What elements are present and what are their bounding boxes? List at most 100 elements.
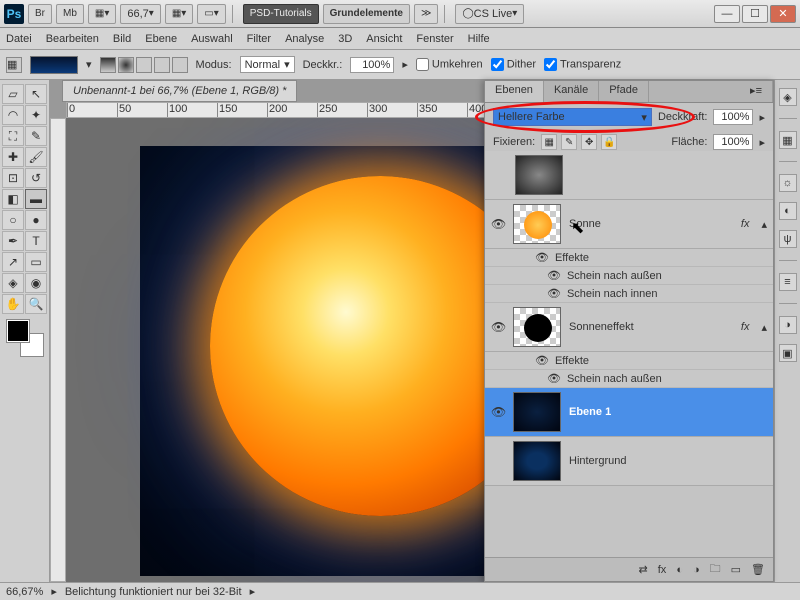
- grad-diamond[interactable]: [172, 57, 188, 73]
- visibility-icon[interactable]: 👁: [491, 405, 505, 419]
- grad-angle[interactable]: [136, 57, 152, 73]
- menu-bearbeiten[interactable]: Bearbeiten: [46, 33, 99, 45]
- fx-icon[interactable]: fx: [741, 218, 750, 230]
- link-layers-icon[interactable]: ⇄: [639, 563, 648, 576]
- menu-datei[interactable]: Datei: [6, 33, 32, 45]
- dock-nav-icon[interactable]: ▦: [779, 131, 797, 149]
- gradient-arrow-icon[interactable]: ▾: [86, 58, 92, 71]
- workspace-psdtut[interactable]: PSD-Tutorials: [243, 4, 319, 24]
- tab-pfade[interactable]: Pfade: [599, 81, 649, 102]
- shape-tool[interactable]: ▭: [25, 252, 47, 272]
- menu-fenster[interactable]: Fenster: [416, 33, 453, 45]
- tab-kanaele[interactable]: Kanäle: [544, 81, 599, 102]
- layer-sonne[interactable]: 👁 Sonne fx▴: [485, 200, 773, 249]
- menu-hilfe[interactable]: Hilfe: [468, 33, 490, 45]
- history-tool[interactable]: ↺: [25, 168, 47, 188]
- crop-tool[interactable]: ⛶: [2, 126, 24, 146]
- fx-expand-icon[interactable]: ▴: [761, 218, 767, 231]
- select-tool[interactable]: ↖: [25, 84, 47, 104]
- effect-outerglow[interactable]: 👁Schein nach außen: [485, 267, 773, 285]
- menu-ebene[interactable]: Ebene: [145, 33, 177, 45]
- fx-icon[interactable]: fx: [741, 321, 750, 333]
- menu-bild[interactable]: Bild: [113, 33, 131, 45]
- status-arrow-icon[interactable]: ▸: [51, 585, 57, 598]
- fg-color[interactable]: [7, 320, 29, 342]
- path-tool[interactable]: ↗: [2, 252, 24, 272]
- effect-innerglow[interactable]: 👁Schein nach innen: [485, 285, 773, 303]
- bridge-button[interactable]: Br: [28, 4, 52, 24]
- effect-effekte[interactable]: 👁Effekte: [485, 249, 773, 267]
- modus-dropdown[interactable]: Normal▾: [240, 56, 295, 73]
- dock-mask-icon[interactable]: ◐: [779, 202, 797, 220]
- arrange-button[interactable]: ▦▾: [88, 4, 116, 24]
- flaeche-input[interactable]: [713, 134, 753, 150]
- move-tool[interactable]: ▱: [2, 84, 24, 104]
- grad-linear[interactable]: [100, 57, 116, 73]
- eraser-tool[interactable]: ◧: [2, 189, 24, 209]
- dock-layers-icon[interactable]: ◈: [779, 88, 797, 106]
- layer-ebene1[interactable]: 👁 Ebene 1: [485, 388, 773, 437]
- menu-ansicht[interactable]: Ansicht: [366, 33, 402, 45]
- workspace-grund[interactable]: Grundelemente: [323, 4, 410, 24]
- layer-sonneneffekt[interactable]: 👁 Sonneneffekt fx▴: [485, 303, 773, 352]
- deckkr-arrow-icon[interactable]: ▸: [402, 58, 408, 71]
- menu-3d[interactable]: 3D: [338, 33, 352, 45]
- flaeche-arrow-icon[interactable]: ▸: [759, 136, 765, 149]
- brush-tool[interactable]: 🖌: [25, 147, 47, 167]
- dither-check[interactable]: Dither: [491, 58, 536, 71]
- layer-clouds[interactable]: [485, 151, 773, 200]
- tab-ebenen[interactable]: Ebenen: [485, 81, 544, 102]
- color-swatches[interactable]: [7, 320, 43, 356]
- heal-tool[interactable]: ✚: [2, 147, 24, 167]
- menu-filter[interactable]: Filter: [247, 33, 271, 45]
- camera-tool[interactable]: ◉: [25, 273, 47, 293]
- gradient-swatch[interactable]: [30, 56, 78, 74]
- menu-analyse[interactable]: Analyse: [285, 33, 324, 45]
- visibility-icon[interactable]: 👁: [491, 320, 505, 334]
- wand-tool[interactable]: ✦: [25, 105, 47, 125]
- lock-all-icon[interactable]: 🔒: [601, 134, 617, 150]
- grad-reflected[interactable]: [154, 57, 170, 73]
- dodge-tool[interactable]: ●: [25, 210, 47, 230]
- visibility-icon[interactable]: [491, 454, 505, 468]
- dock-para-icon[interactable]: ≡: [779, 273, 797, 291]
- status-zoom[interactable]: 66,67%: [6, 586, 43, 598]
- 3d-tool[interactable]: ◈: [2, 273, 24, 293]
- stamp-tool[interactable]: ⊡: [2, 168, 24, 188]
- document-tab[interactable]: Unbenannt-1 bei 66,7% (Ebene 1, RGB/8) *: [62, 80, 297, 102]
- minibridge-button[interactable]: Mb: [56, 4, 84, 24]
- delete-icon[interactable]: 🗑: [751, 563, 765, 576]
- visibility-icon[interactable]: 👁: [491, 217, 505, 231]
- dock-color-icon[interactable]: ◑: [779, 316, 797, 334]
- layer-hintergrund[interactable]: Hintergrund: [485, 437, 773, 486]
- window-close[interactable]: ✕: [770, 5, 796, 23]
- deckkraft-arrow-icon[interactable]: ▸: [759, 111, 765, 124]
- lock-move-icon[interactable]: ✥: [581, 134, 597, 150]
- dock-swatch-icon[interactable]: ▣: [779, 344, 797, 362]
- umkehren-check[interactable]: Umkehren: [416, 58, 483, 71]
- group-icon[interactable]: 🗀: [710, 560, 721, 579]
- status-arrow2-icon[interactable]: ▸: [250, 585, 256, 598]
- dock-char-icon[interactable]: ψ: [779, 230, 797, 248]
- transparenz-check[interactable]: Transparenz: [544, 58, 621, 71]
- effect-outerglow2[interactable]: 👁Schein nach außen: [485, 370, 773, 388]
- lock-paint-icon[interactable]: ✎: [561, 134, 577, 150]
- eyedropper-tool[interactable]: ✎: [25, 126, 47, 146]
- deckkr-input[interactable]: [350, 57, 394, 73]
- workspace-more[interactable]: ≫: [414, 4, 438, 24]
- blend-mode-dropdown[interactable]: Hellere Farbe▾: [493, 108, 652, 126]
- cslive-button[interactable]: ◯ CS Live ▾: [455, 4, 524, 24]
- blur-tool[interactable]: ○: [2, 210, 24, 230]
- lock-trans-icon[interactable]: ▦: [541, 134, 557, 150]
- adjustment-icon[interactable]: ◑: [693, 564, 700, 576]
- layer-fx-icon[interactable]: fx: [658, 564, 667, 576]
- effect-effekte2[interactable]: 👁Effekte: [485, 352, 773, 370]
- tool-preset[interactable]: ▦: [6, 57, 22, 73]
- extras-button[interactable]: ▦▾: [165, 4, 193, 24]
- pen-tool[interactable]: ✒: [2, 231, 24, 251]
- gradient-tool[interactable]: ▬: [25, 189, 47, 209]
- dock-adjust-icon[interactable]: ☼: [779, 174, 797, 192]
- hand-tool[interactable]: ✋: [2, 294, 24, 314]
- new-layer-icon[interactable]: ▭: [731, 563, 741, 576]
- window-maximize[interactable]: ☐: [742, 5, 768, 23]
